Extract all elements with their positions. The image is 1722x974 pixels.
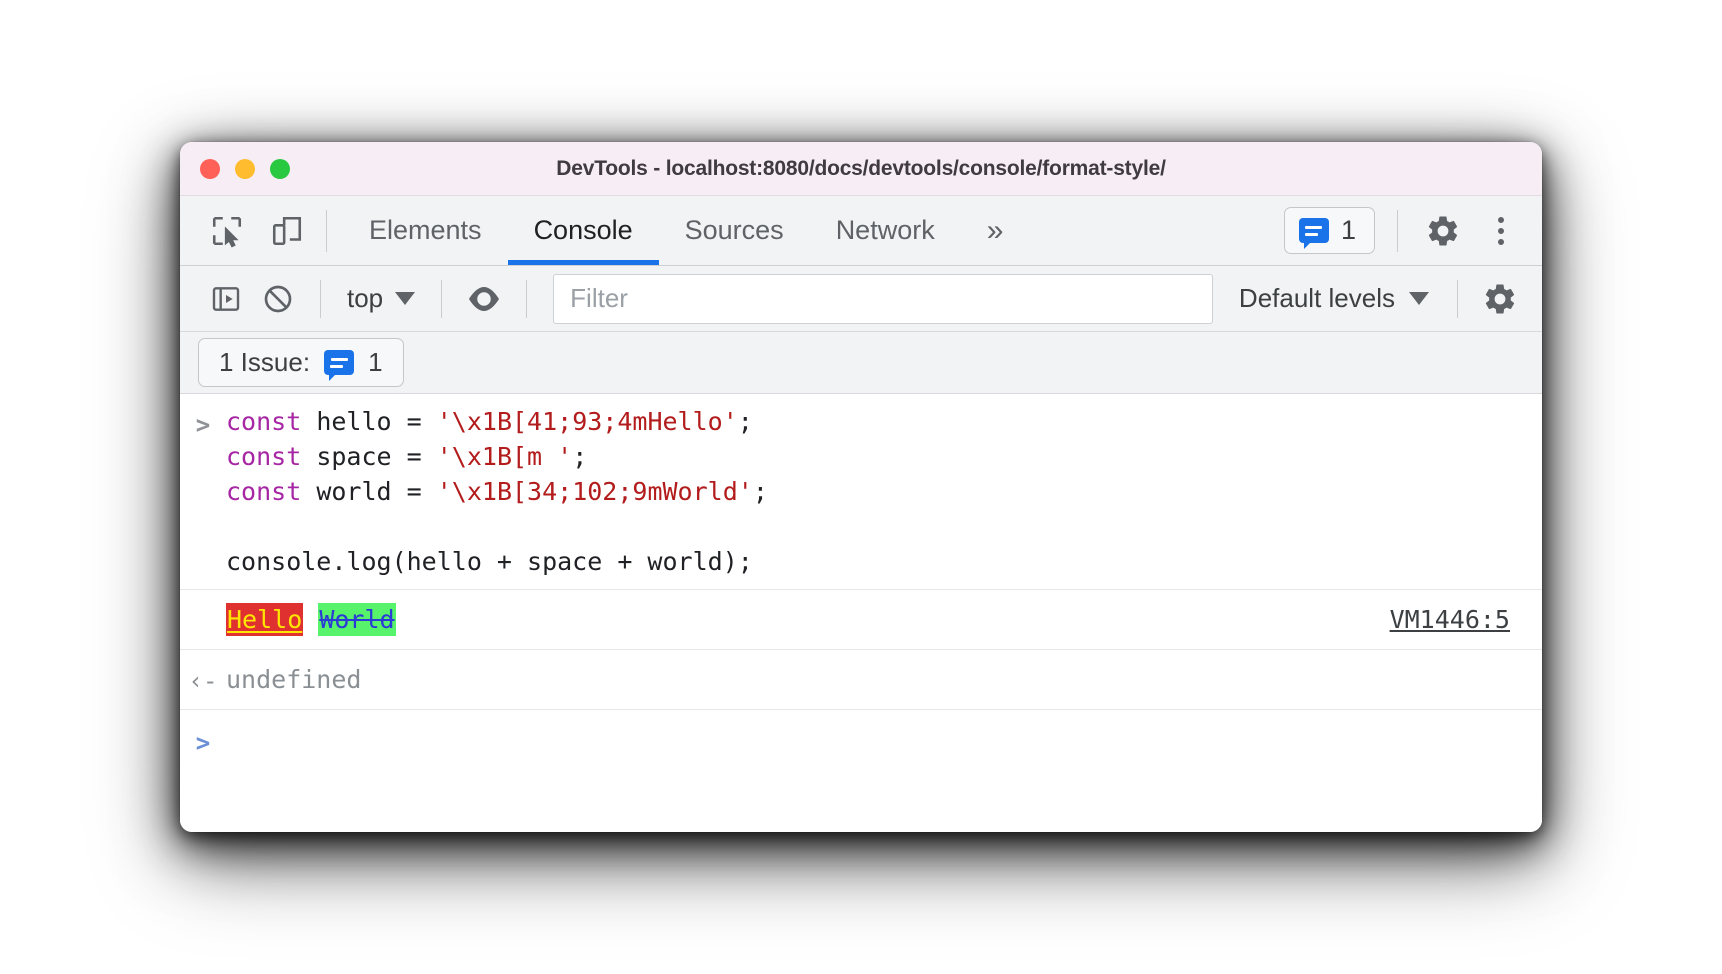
inspect-element-icon[interactable] xyxy=(204,208,250,254)
chevron-down-icon xyxy=(1409,292,1429,305)
code-line: console.log(hello + space + world); xyxy=(226,544,768,579)
console-output-area[interactable]: > const hello = '\x1B[41;93;4mHello'; co… xyxy=(180,394,1542,832)
log-levels-label: Default levels xyxy=(1239,283,1395,314)
code-token-plain: world = xyxy=(301,477,436,506)
tab-elements[interactable]: Elements xyxy=(343,196,508,265)
code-token-plain: ; xyxy=(738,407,753,436)
tab-network[interactable]: Network xyxy=(810,196,961,265)
output-separator xyxy=(303,605,318,634)
code-token-plain: ; xyxy=(753,477,768,506)
console-sidebar-toggle-icon[interactable] xyxy=(200,273,252,325)
issues-bubble-icon xyxy=(324,350,354,375)
result-arrow: ‹- xyxy=(180,660,226,699)
code-token-plain: hello = xyxy=(301,407,436,436)
ansi-styled-world: World xyxy=(318,603,395,636)
clear-console-icon[interactable] xyxy=(252,273,304,325)
filter-input[interactable]: Filter xyxy=(553,274,1213,324)
code-token-string: '\x1B[34;102;9mWorld' xyxy=(437,477,753,506)
live-expression-eye-icon[interactable] xyxy=(458,273,510,325)
console-settings-gear-icon[interactable] xyxy=(1474,273,1526,325)
ansi-styled-hello: Hello xyxy=(226,603,303,636)
more-tabs-icon[interactable]: » xyxy=(961,214,1026,248)
maximize-button[interactable] xyxy=(270,159,290,179)
console-toolbar: top Filter Default levels xyxy=(180,266,1542,332)
tabbar-divider-2 xyxy=(1397,210,1398,252)
console-toolbar-divider-3 xyxy=(526,280,527,318)
code-token-string: '\x1B[m ' xyxy=(437,442,572,471)
code-line: const world = '\x1B[34;102;9mWorld'; xyxy=(226,474,768,509)
title-bar: DevTools - localhost:8080/docs/devtools/… xyxy=(180,142,1542,196)
result-value: undefined xyxy=(226,662,361,697)
issues-summary-button[interactable]: 1 Issue: 1 xyxy=(198,338,404,387)
console-prompt-row[interactable]: > xyxy=(180,710,1542,773)
device-toolbar-icon[interactable] xyxy=(264,208,310,254)
chevron-down-icon xyxy=(395,292,415,305)
console-input-code: const hello = '\x1B[41;93;4mHello'; cons… xyxy=(226,404,768,579)
console-result-row: ‹- undefined xyxy=(180,650,1542,710)
devtools-tab-bar: Elements Console Sources Network » 1 xyxy=(180,196,1542,266)
code-token-plain: ; xyxy=(572,442,587,471)
execution-context-label: top xyxy=(347,283,383,314)
code-line: const space = '\x1B[m '; xyxy=(226,439,768,474)
output-gutter xyxy=(180,618,226,622)
execution-context-selector[interactable]: top xyxy=(337,283,425,314)
screenshot-stage: DevTools - localhost:8080/docs/devtools/… xyxy=(0,0,1722,974)
window-shadow: DevTools - localhost:8080/docs/devtools/… xyxy=(180,142,1542,832)
tab-sources[interactable]: Sources xyxy=(659,196,810,265)
minimize-button[interactable] xyxy=(235,159,255,179)
code-line-blank xyxy=(226,509,768,544)
code-token-keyword: const xyxy=(226,442,301,471)
styled-output-text: Hello World xyxy=(226,602,1390,637)
code-token-plain: console.log(hello + space + world); xyxy=(226,547,753,576)
code-line: const hello = '\x1B[41;93;4mHello'; xyxy=(226,404,768,439)
log-levels-selector[interactable]: Default levels xyxy=(1227,283,1441,314)
issues-bar: 1 Issue: 1 xyxy=(180,332,1542,394)
code-token-keyword: const xyxy=(226,407,301,436)
issues-badge-button[interactable]: 1 xyxy=(1284,207,1375,254)
console-toolbar-divider-4 xyxy=(1457,280,1458,318)
console-output-message: Hello World VM1446:5 xyxy=(180,589,1542,650)
issues-bubble-icon xyxy=(1299,218,1329,243)
console-toolbar-divider-1 xyxy=(320,280,321,318)
prompt-arrow: > xyxy=(180,722,226,761)
gear-icon[interactable] xyxy=(1414,202,1472,260)
kebab-menu-icon[interactable] xyxy=(1472,202,1530,260)
issues-summary-label: 1 Issue: xyxy=(219,347,310,378)
console-input-entry: > const hello = '\x1B[41;93;4mHello'; co… xyxy=(180,394,1542,589)
input-prompt-arrow: > xyxy=(180,404,226,579)
close-button[interactable] xyxy=(200,159,220,179)
panel-tabs: Elements Console Sources Network » xyxy=(343,196,1025,265)
code-token-keyword: const xyxy=(226,477,301,506)
issues-summary-count: 1 xyxy=(368,347,382,378)
traffic-lights xyxy=(180,159,290,179)
toolbar-divider xyxy=(326,210,327,252)
window-title: DevTools - localhost:8080/docs/devtools/… xyxy=(180,157,1542,181)
source-location-link[interactable]: VM1446:5 xyxy=(1390,602,1542,637)
devtools-window: DevTools - localhost:8080/docs/devtools/… xyxy=(180,142,1542,832)
code-token-string: '\x1B[41;93;4mHello' xyxy=(437,407,738,436)
filter-placeholder: Filter xyxy=(570,283,628,314)
issues-badge-count: 1 xyxy=(1341,215,1356,246)
tab-console[interactable]: Console xyxy=(508,196,659,265)
code-token-plain: space = xyxy=(301,442,436,471)
console-toolbar-divider-2 xyxy=(441,280,442,318)
